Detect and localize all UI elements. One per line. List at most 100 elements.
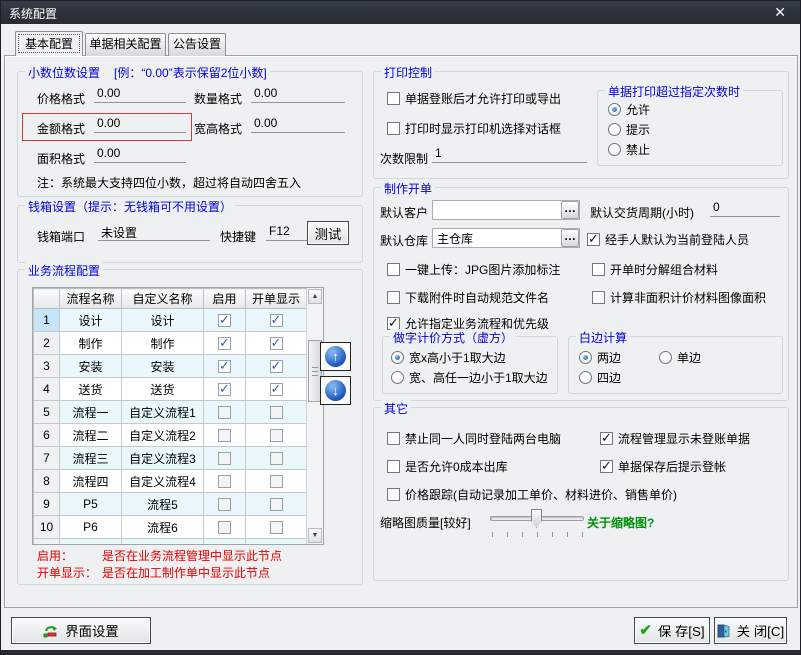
enabled-checkbox[interactable]	[218, 360, 231, 373]
radio-two-sides[interactable]: 两边	[579, 349, 621, 366]
enabled-checkbox[interactable]	[218, 406, 231, 419]
process-name-cell[interactable]: 制作	[60, 332, 122, 355]
tab-announcement[interactable]: 公告设置	[168, 33, 226, 56]
table-row[interactable]: 3 安装 安装	[34, 355, 307, 378]
custom-name-cell[interactable]: 送货	[122, 378, 204, 401]
enabled-checkbox[interactable]	[218, 544, 231, 546]
show-checkbox[interactable]	[270, 406, 283, 419]
custom-name-cell[interactable]: 自定义流程1	[122, 401, 204, 424]
scroll-down-icon[interactable]: ▼	[308, 528, 322, 543]
custom-name-cell[interactable]: 流程6	[122, 516, 204, 539]
delivery-cycle-input[interactable]: 0	[710, 200, 780, 217]
enabled-checkbox[interactable]	[218, 498, 231, 511]
close-icon[interactable]: ✕	[774, 4, 786, 20]
area-format-input[interactable]: 0.00	[94, 146, 186, 163]
checkbox-forbid-same-login[interactable]: 禁止同一人同时登陆两台电脑	[387, 430, 561, 447]
custom-name-cell[interactable]: 自定义流程4	[122, 470, 204, 493]
move-down-button[interactable]: ↓	[320, 376, 351, 405]
enabled-checkbox[interactable]	[218, 314, 231, 327]
radio-prompt[interactable]: 提示	[608, 121, 650, 138]
radio-one-side[interactable]: 单边	[659, 349, 701, 366]
qty-format-input[interactable]: 0.00	[251, 86, 345, 103]
table-scrollbar[interactable]: ▲ ▼	[306, 288, 323, 544]
show-checkbox[interactable]	[270, 475, 283, 488]
test-button[interactable]: 测试	[307, 221, 349, 245]
process-name-cell[interactable]: P6	[60, 516, 122, 539]
custom-name-cell[interactable]: 设计	[122, 309, 204, 332]
titlebar[interactable]: 系统配置 ✕	[1, 1, 800, 24]
checkbox-image-area[interactable]: 计算非面积计价材料图像面积	[592, 289, 766, 306]
checkbox-save-prompt[interactable]: 单据保存后提示登帐	[600, 458, 726, 475]
custom-name-cell[interactable]: 制作	[122, 332, 204, 355]
checkbox-zero-cost-out[interactable]: 是否允许0成本出库	[387, 458, 508, 475]
window-close-button[interactable]: 关 闭[C]	[714, 617, 787, 644]
process-name-cell[interactable]: 流程四	[60, 470, 122, 493]
custom-name-cell[interactable]: 自定义流程3	[122, 447, 204, 470]
size-format-input[interactable]: 0.00	[251, 116, 345, 133]
checkbox-show-unregistered[interactable]: 流程管理显示未登账单据	[600, 430, 750, 447]
process-name-cell[interactable]: 送货	[60, 378, 122, 401]
show-checkbox[interactable]	[270, 544, 283, 546]
table-row[interactable]: 4 送货 送货	[34, 378, 307, 401]
radio-pricing-either[interactable]: 宽、高任一边小于1取大边	[391, 369, 548, 386]
show-checkbox[interactable]	[270, 314, 283, 327]
process-name-cell[interactable]: 设计	[60, 309, 122, 332]
default-customer-input[interactable]: …	[432, 200, 580, 220]
table-row[interactable]: 2 制作 制作	[34, 332, 307, 355]
enabled-checkbox[interactable]	[218, 429, 231, 442]
show-checkbox[interactable]	[270, 452, 283, 465]
checkbox-price-tracking[interactable]: 价格跟踪(自动记录加工单价、材料进价、销售单价)	[387, 486, 677, 503]
show-checkbox[interactable]	[270, 429, 283, 442]
scroll-up-icon[interactable]: ▲	[308, 289, 322, 304]
checkbox-printer-dialog[interactable]: 打印时显示打印机选择对话框	[387, 120, 561, 137]
ellipsis-button[interactable]: …	[561, 201, 579, 219]
default-warehouse-input[interactable]: 主仓库 …	[432, 228, 580, 248]
tab-basic-config[interactable]: 基本配置	[15, 31, 83, 56]
enabled-checkbox[interactable]	[218, 475, 231, 488]
checkbox-print-after-register[interactable]: 单据登账后才允许打印或导出	[387, 90, 561, 107]
custom-name-cell[interactable]: 安装	[122, 355, 204, 378]
checkbox-one-key-upload[interactable]: 一键上传：JPG图片添加标注	[387, 261, 560, 278]
cashbox-port-input[interactable]: 未设置	[98, 224, 210, 241]
checkbox-decompose-materials[interactable]: 开单时分解组合材料	[592, 261, 718, 278]
tab-document-config[interactable]: 单据相关配置	[85, 33, 166, 56]
enabled-checkbox[interactable]	[218, 337, 231, 350]
amount-format-input[interactable]: 0.00	[94, 116, 186, 133]
enabled-checkbox[interactable]	[218, 383, 231, 396]
table-row[interactable]: 6 流程二 自定义流程2	[34, 424, 307, 447]
radio-allow[interactable]: 允许	[608, 101, 650, 118]
radio-pricing-wh[interactable]: 宽x高小于1取大边	[391, 349, 506, 366]
enabled-checkbox[interactable]	[218, 521, 231, 534]
print-limit-input[interactable]: 1	[432, 146, 587, 163]
process-name-cell[interactable]: 流程二	[60, 424, 122, 447]
custom-name-cell[interactable]: 自定义流程2	[122, 424, 204, 447]
slider-thumb[interactable]	[531, 509, 542, 528]
ellipsis-button[interactable]: …	[561, 229, 579, 247]
table-row[interactable]: 8 流程四 自定义流程4	[34, 470, 307, 493]
show-checkbox[interactable]	[270, 360, 283, 373]
process-name-cell[interactable]: 流程一	[60, 401, 122, 424]
radio-four-sides[interactable]: 四边	[579, 369, 621, 386]
checkbox-normalize-filename[interactable]: 下载附件时自动规范文件名	[387, 289, 549, 306]
process-name-cell[interactable]: P5	[60, 493, 122, 516]
price-format-input[interactable]: 0.00	[94, 86, 186, 103]
about-thumbnail-link[interactable]: 关于缩略图?	[587, 514, 654, 531]
show-checkbox[interactable]	[270, 337, 283, 350]
show-checkbox[interactable]	[270, 498, 283, 511]
custom-name-cell[interactable]: 流程5	[122, 493, 204, 516]
process-name-cell[interactable]: 安装	[60, 355, 122, 378]
checkbox-handler-default[interactable]: 经手人默认为当前登陆人员	[587, 231, 749, 248]
save-button[interactable]: ✔ 保 存[S]	[634, 617, 710, 644]
table-row-partial[interactable]	[34, 539, 307, 546]
enabled-checkbox[interactable]	[218, 452, 231, 465]
table-row[interactable]: 1 设计 设计	[34, 309, 307, 332]
table-row[interactable]: 10 P6 流程6	[34, 516, 307, 539]
ui-settings-button[interactable]: 界面设置	[11, 617, 151, 644]
show-checkbox[interactable]	[270, 383, 283, 396]
table-row[interactable]: 7 流程三 自定义流程3	[34, 447, 307, 470]
table-row[interactable]: 9 P5 流程5	[34, 493, 307, 516]
process-name-cell[interactable]: 流程三	[60, 447, 122, 470]
move-up-button[interactable]: ↑	[320, 342, 351, 371]
table-row[interactable]: 5 流程一 自定义流程1	[34, 401, 307, 424]
show-checkbox[interactable]	[270, 521, 283, 534]
